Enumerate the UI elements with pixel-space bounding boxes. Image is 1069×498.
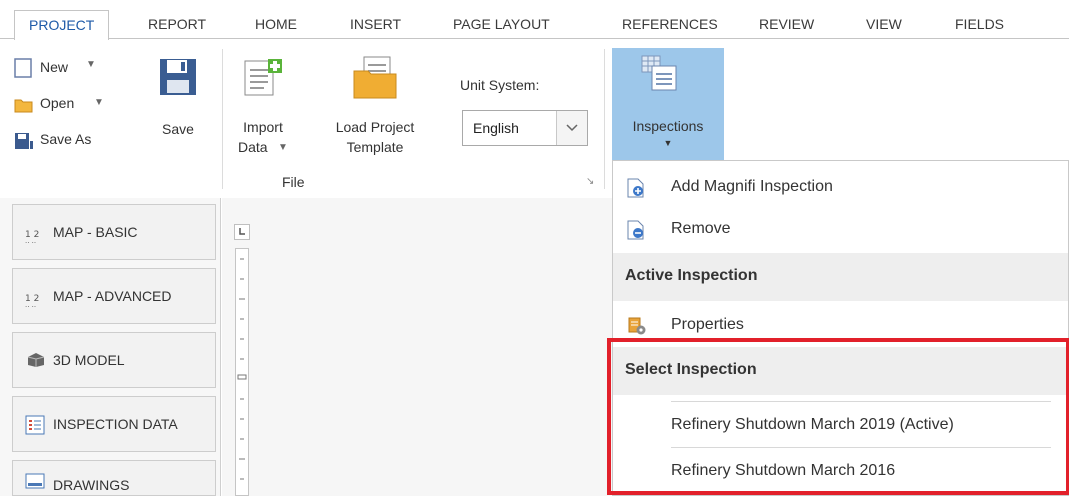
left-sidebar: 1 2 .. .. MAP - BASIC 1 2 .. .. MAP - AD… [0, 198, 221, 496]
group-separator [604, 49, 605, 189]
tab-stop-icon [239, 228, 245, 235]
tab-project[interactable]: PROJECT [14, 10, 110, 40]
import-label-line1: Import [243, 119, 283, 135]
file-group-label: File [282, 174, 305, 190]
save-as-button[interactable]: Save As [14, 129, 134, 153]
import-data-icon [244, 59, 282, 96]
sidebar-item-label: MAP - BASIC [53, 224, 138, 240]
save-disk-icon [160, 59, 196, 95]
inspections-icon [641, 55, 677, 91]
import-label-line2: Data [238, 139, 268, 155]
new-document-icon [14, 58, 32, 78]
save-as-label: Save As [40, 131, 92, 147]
load-project-template-button[interactable]: Load Project Template [316, 51, 434, 171]
tab-page-layout[interactable]: PAGE LAYOUT [453, 16, 550, 32]
sidebar-item-label: INSPECTION DATA [53, 416, 178, 432]
add-document-icon [627, 178, 644, 198]
save-as-icon [15, 133, 33, 149]
sidebar-item-map-basic[interactable]: 1 2 .. .. MAP - BASIC [12, 204, 216, 260]
add-magnifi-inspection-item[interactable]: Add Magnifi Inspection [613, 165, 1068, 209]
open-label: Open [40, 95, 75, 111]
import-dropdown-arrow: ▼ [278, 142, 288, 153]
ruler-ticks [237, 258, 247, 480]
load-template-line2: Template [346, 139, 404, 155]
remove-label: Remove [671, 220, 731, 237]
save-label: Save [162, 121, 194, 137]
properties-icon [628, 317, 646, 335]
remove-item[interactable]: Remove [613, 207, 1068, 251]
map-grid-icon: 1 2 .. .. [25, 230, 39, 243]
unit-system-label: Unit System: [460, 77, 540, 93]
remove-document-icon [627, 220, 644, 240]
vertical-ruler [235, 248, 249, 496]
svg-text:.. ..: .. .. [25, 301, 36, 307]
highlight-annotation [607, 338, 1069, 495]
dialog-launcher-icon[interactable]: ↘ [586, 176, 594, 187]
add-label: Add Magnifi Inspection [671, 178, 833, 195]
unit-system-value: English [473, 120, 519, 136]
tab-view[interactable]: VIEW [866, 16, 902, 32]
chevron-down-icon [566, 124, 578, 132]
drawing-icon [25, 473, 45, 489]
folder-template-icon [353, 56, 397, 99]
sidebar-item-3d-model[interactable]: 3D MODEL [12, 332, 216, 388]
sidebar-item-inspection-data[interactable]: INSPECTION DATA [12, 396, 216, 452]
open-folder-icon [14, 99, 33, 113]
sidebar-item-label: 3D MODEL [53, 352, 125, 368]
new-button[interactable]: New ▼ [14, 55, 119, 81]
sidebar-item-drawings[interactable]: DRAWINGS [12, 460, 216, 496]
open-dropdown-arrow: ▼ [94, 97, 104, 108]
tab-fields[interactable]: FIELDS [955, 16, 1004, 32]
unit-system-select[interactable]: English [462, 110, 588, 146]
tab-home[interactable]: HOME [255, 16, 297, 32]
new-label: New [40, 59, 69, 75]
unit-system-dropdown-button[interactable] [556, 111, 587, 145]
tab-review[interactable]: REVIEW [759, 16, 814, 32]
sidebar-item-label: MAP - ADVANCED [53, 288, 172, 304]
svg-text:.. ..: .. .. [25, 237, 36, 243]
ribbon-tab-bar: PROJECT REPORT HOME INSERT PAGE LAYOUT R… [0, 0, 1069, 40]
document-workspace[interactable] [222, 198, 622, 496]
list-icon [25, 415, 45, 435]
tab-insert[interactable]: INSERT [350, 16, 401, 32]
inspections-dropdown-arrow: ▼ [663, 138, 673, 148]
properties-label: Properties [671, 316, 744, 333]
sidebar-item-label: DRAWINGS [53, 477, 130, 493]
group-separator [222, 49, 223, 189]
tab-report[interactable]: REPORT [148, 16, 206, 32]
ruler-corner-icon[interactable] [234, 224, 250, 240]
load-template-line1: Load Project [335, 119, 415, 135]
open-button[interactable]: Open ▼ [14, 93, 134, 117]
import-data-button[interactable]: Import Data ▼ [228, 51, 298, 171]
sidebar-item-map-advanced[interactable]: 1 2 .. .. MAP - ADVANCED [12, 268, 216, 324]
new-dropdown-arrow: ▼ [86, 59, 96, 70]
inspections-button[interactable]: Inspections ▼ [612, 48, 724, 160]
map-grid-icon: 1 2 .. .. [25, 294, 39, 307]
cube-icon [27, 353, 45, 367]
save-button[interactable]: Save [146, 51, 210, 161]
active-inspection-header-text: Active Inspection [625, 267, 758, 284]
active-inspection-header: Active Inspection [613, 253, 1068, 301]
tab-references[interactable]: REFERENCES [622, 16, 718, 32]
inspections-label: Inspections [632, 118, 704, 134]
